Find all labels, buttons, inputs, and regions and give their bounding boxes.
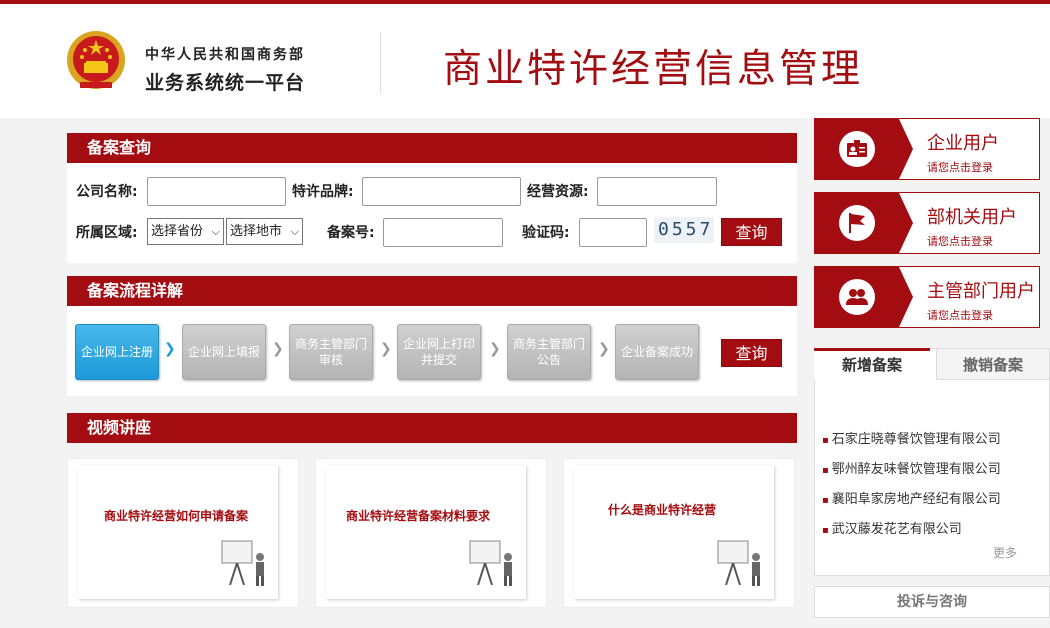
region-label: 所属区域: xyxy=(76,225,138,241)
brand-label: 特许品牌: xyxy=(292,184,354,200)
login-hint: 请您点击登录 xyxy=(927,309,993,322)
chevron-down-icon: ⌵ xyxy=(211,225,220,238)
list-item-text: 武汉藤发花艺有限公司 xyxy=(831,522,962,537)
bullet-icon: ▪ xyxy=(822,465,829,476)
step-arrow-icon: ❯ xyxy=(164,341,176,357)
login-hint: 请您点击登录 xyxy=(927,161,993,174)
video-thumbnail: 商业特许经营备案材料要求 xyxy=(326,465,526,599)
more-link[interactable]: 更多 xyxy=(993,544,1017,561)
step-dept-announce[interactable]: 商务主管部门公告 xyxy=(507,324,591,380)
ministry-name: 中华人民共和国商务部 xyxy=(145,47,305,63)
platform-name: 业务系统统一平台 xyxy=(145,72,306,94)
step-record-success[interactable]: 企业备案成功 xyxy=(615,324,699,380)
record-no-label: 备案号: xyxy=(327,225,375,241)
user-icon-box xyxy=(815,193,913,253)
presentation-board-icon xyxy=(717,540,760,586)
complaint-consult-button[interactable]: 投诉与咨询 xyxy=(814,586,1050,618)
video-thumbnail: 商业特许经营如何申请备案 xyxy=(78,465,278,599)
company-name-input[interactable] xyxy=(147,177,286,206)
search-query-button[interactable]: 查询 xyxy=(721,218,782,246)
step-arrow-icon: ❯ xyxy=(489,341,501,357)
brand-input[interactable] xyxy=(362,177,521,206)
video-card[interactable]: 什么是商业特许经营 xyxy=(563,458,795,608)
user-icon-box xyxy=(815,119,913,179)
step-dept-review[interactable]: 商务主管部门审核 xyxy=(289,324,373,380)
resource-label: 经营资源: xyxy=(527,184,589,200)
video-title: 商业特许经营如何申请备案 xyxy=(104,509,249,523)
user-type-name: 企业用户 xyxy=(927,133,999,154)
video-title: 商业特许经营备案材料要求 xyxy=(346,509,491,523)
province-select[interactable]: 选择省份 ⌵ xyxy=(147,218,224,245)
video-card[interactable]: 商业特许经营如何申请备案 xyxy=(67,458,299,608)
video-section-title: 视频讲座 xyxy=(67,413,797,443)
search-section-title: 备案查询 xyxy=(67,133,797,163)
company-label: 公司名称: xyxy=(76,184,138,200)
record-no-input[interactable] xyxy=(383,218,503,247)
video-card[interactable]: 商业特许经营备案材料要求 xyxy=(315,458,547,608)
city-select-value: 选择地市 xyxy=(230,224,283,239)
chevron-down-icon: ⌵ xyxy=(290,225,299,238)
login-hint: 请您点击登录 xyxy=(927,235,993,248)
site-header: 中华人民共和国商务部 业务系统统一平台 商业特许经营信息管理 xyxy=(0,4,1050,118)
list-item[interactable]: ▪ 鄂州醉友味餐饮管理有限公司 xyxy=(822,458,1001,477)
tab-revoked-records[interactable]: 撤销备案 xyxy=(936,348,1050,380)
id-card-icon xyxy=(839,131,875,167)
enterprise-user-login[interactable]: 企业用户 请您点击登录 xyxy=(814,118,1040,180)
captcha-image[interactable]: 0557 xyxy=(654,217,714,243)
list-item-text: 石家庄晓尊餐饮管理有限公司 xyxy=(831,432,1001,447)
flag-icon xyxy=(839,205,875,241)
province-select-value: 选择省份 xyxy=(151,224,204,239)
presentation-board-icon xyxy=(469,540,512,586)
process-section-title: 备案流程详解 xyxy=(67,276,797,306)
list-item[interactable]: ▪ 襄阳阜家房地产经纪有限公司 xyxy=(822,488,1001,507)
dept-user-login[interactable]: 主管部门用户 请您点击登录 xyxy=(814,266,1040,328)
user-type-name: 部机关用户 xyxy=(927,207,1017,228)
list-item-text: 鄂州醉友味餐饮管理有限公司 xyxy=(831,462,1001,477)
site-title: 商业特许经营信息管理 xyxy=(443,47,864,92)
step-arrow-icon: ❯ xyxy=(272,341,284,357)
step-enterprise-register[interactable]: 企业网上注册 xyxy=(75,324,159,380)
captcha-input[interactable] xyxy=(579,218,647,247)
city-select[interactable]: 选择地市 ⌵ xyxy=(226,218,303,245)
step-online-fill[interactable]: 企业网上填报 xyxy=(182,324,266,380)
list-item-text: 襄阳阜家房地产经纪有限公司 xyxy=(831,492,1001,507)
list-item[interactable]: ▪ 武汉藤发花艺有限公司 xyxy=(822,518,962,537)
video-title: 什么是商业特许经营 xyxy=(608,503,717,517)
step-print-submit[interactable]: 企业网上打印并提交 xyxy=(397,324,481,380)
captcha-label: 验证码: xyxy=(522,225,570,241)
step-arrow-icon: ❯ xyxy=(598,341,610,357)
national-emblem-icon xyxy=(67,31,125,89)
user-type-name: 主管部门用户 xyxy=(927,281,1035,302)
users-icon xyxy=(839,279,875,315)
bullet-icon: ▪ xyxy=(822,495,829,506)
resource-input[interactable] xyxy=(597,177,717,206)
tab-new-records[interactable]: 新增备案 xyxy=(814,348,930,380)
bullet-icon: ▪ xyxy=(822,525,829,536)
header-divider xyxy=(380,32,381,94)
presentation-board-icon xyxy=(221,540,264,586)
list-item[interactable]: ▪ 石家庄晓尊餐饮管理有限公司 xyxy=(822,428,1001,447)
step-arrow-icon: ❯ xyxy=(380,341,392,357)
user-icon-box xyxy=(815,267,913,327)
video-thumbnail: 什么是商业特许经营 xyxy=(574,465,774,599)
ministry-user-login[interactable]: 部机关用户 请您点击登录 xyxy=(814,192,1040,254)
process-query-button[interactable]: 查询 xyxy=(721,339,782,367)
bullet-icon: ▪ xyxy=(822,435,829,446)
